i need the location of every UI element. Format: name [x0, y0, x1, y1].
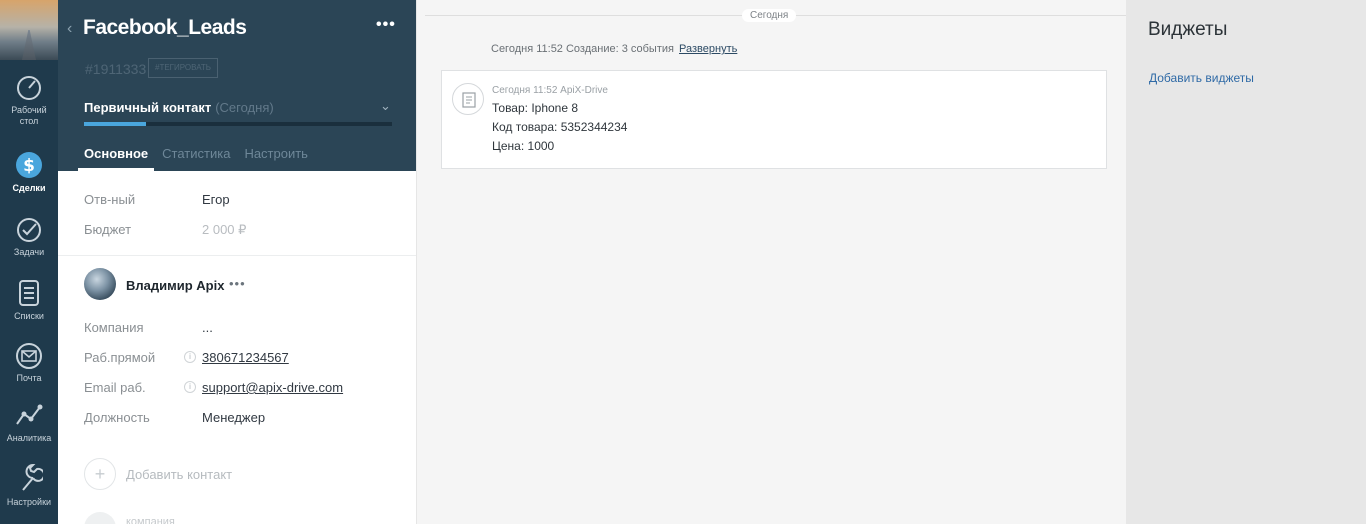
field-label: Должность — [84, 410, 150, 425]
app-root: Рабочий стол $ Сделки Задачи Списки Почт… — [0, 0, 1366, 524]
nav-deals-label: Сделки — [12, 183, 46, 193]
nav-mail-label: Почта — [16, 373, 42, 383]
responsible-select[interactable]: Егор — [202, 192, 230, 207]
contact-more-button[interactable]: ••• — [229, 276, 246, 291]
nav-mail[interactable]: Почта — [0, 342, 58, 384]
lead-id: #1911333 — [85, 61, 147, 77]
lead-more-button[interactable]: ••• — [376, 16, 396, 34]
add-widgets-link[interactable]: Добавить виджеты — [1149, 71, 1254, 85]
company-input[interactable]: ... — [202, 320, 213, 335]
chevron-down-icon[interactable]: ⌄ — [380, 98, 391, 114]
day-label: Сегодня — [742, 9, 797, 22]
nav-lists[interactable]: Списки — [0, 278, 58, 322]
contact-field-position: Должность Менеджер — [84, 406, 394, 436]
analytics-icon — [16, 404, 43, 425]
lists-icon — [19, 280, 39, 306]
svg-text:$: $ — [23, 156, 35, 176]
company-icon — [84, 512, 116, 524]
contact-name[interactable]: Владимир Apix — [126, 278, 224, 293]
nav-dashboard[interactable]: Рабочий стол — [0, 74, 58, 127]
tab-main[interactable]: Основное — [78, 137, 155, 171]
lead-card-header: ‹ Facebook_Leads ••• #1911333 #ТЕГИРОВАТ… — [58, 0, 416, 171]
nav-settings-label: Настройки — [6, 497, 52, 507]
field-label: Компания — [84, 320, 144, 335]
add-contact-label: Добавить контакт — [126, 467, 233, 482]
field-label: Email раб. — [84, 380, 146, 395]
field-budget: Бюджет 2 000 ₽ — [84, 218, 394, 248]
field-label: Раб.прямой — [84, 350, 156, 365]
email-link[interactable]: support@apix-drive.com — [202, 380, 343, 395]
nav-analytics-label: Аналитика — [6, 433, 52, 443]
mail-icon — [16, 343, 42, 369]
pipeline-stage-label: Первичный контакт — [84, 100, 212, 115]
lead-tabs: Основное Статистика Настроить — [78, 137, 314, 171]
nav-tasks[interactable]: Задачи — [0, 216, 58, 258]
feed-note: Сегодня 11:52 ApiX-Drive Товар: Iphone 8… — [441, 70, 1107, 169]
tab-configure[interactable]: Настроить — [238, 137, 314, 171]
note-line: Цена: 1000 — [492, 139, 555, 153]
field-label: Бюджет — [84, 222, 132, 237]
phone-info-icon[interactable]: i — [184, 351, 196, 363]
pipeline-stage-date: (Сегодня) — [215, 100, 274, 115]
section-divider — [58, 255, 416, 256]
activity-feed: Сегодня Сегодня 11:52 Создание: 3 событи… — [416, 0, 1127, 524]
widgets-title: Виджеты — [1148, 19, 1228, 40]
feed-summary: Сегодня 11:52 Создание: 3 события Развер… — [491, 43, 737, 55]
contact-field-email: Email раб. i support@apix-drive.com — [84, 376, 394, 406]
tag-button[interactable]: #ТЕГИРОВАТЬ — [148, 58, 219, 78]
lead-card: ‹ Facebook_Leads ••• #1911333 #ТЕГИРОВАТ… — [58, 0, 416, 524]
note-meta: Сегодня 11:52 ApiX-Drive — [492, 85, 608, 96]
position-input[interactable]: Менеджер — [202, 410, 265, 425]
contact-fields: Компания ... Раб.прямой i 380671234567 E… — [84, 316, 394, 436]
document-icon — [452, 83, 484, 115]
settings-icon — [22, 464, 43, 491]
company-stub-label: компания — [126, 516, 175, 524]
field-responsible: Отв-ный Егор — [84, 188, 394, 218]
nav-settings[interactable]: Настройки — [0, 464, 58, 508]
nav-lists-label: Списки — [14, 311, 44, 321]
main-nav-rail: Рабочий стол $ Сделки Задачи Списки Почт… — [0, 0, 58, 524]
tab-statistics[interactable]: Статистика — [156, 137, 236, 171]
lead-fields: Отв-ный Егор Бюджет 2 000 ₽ — [84, 188, 394, 248]
lead-title[interactable]: Facebook_Leads — [83, 16, 247, 40]
back-chevron-icon[interactable]: ‹ — [67, 20, 72, 38]
pipeline-progress — [84, 122, 392, 126]
email-info-icon[interactable]: i — [184, 381, 196, 393]
note-line: Товар: Iphone 8 — [492, 101, 579, 115]
deals-icon: $ — [16, 152, 42, 178]
pipeline-stage-select[interactable]: Первичный контакт (Сегодня) — [84, 100, 274, 115]
phone-link[interactable]: 380671234567 — [202, 350, 289, 365]
nav-tasks-label: Задачи — [13, 247, 45, 257]
nav-analytics[interactable]: Аналитика — [0, 402, 58, 444]
expand-link[interactable]: Развернуть — [679, 43, 737, 55]
widgets-panel: Виджеты Добавить виджеты — [1126, 0, 1366, 524]
field-label: Отв-ный — [84, 192, 136, 207]
plus-icon: + — [84, 458, 116, 490]
nav-dashboard-label: Рабочий стол — [11, 105, 47, 126]
contact-field-phone: Раб.прямой i 380671234567 — [84, 346, 394, 376]
tasks-icon — [17, 218, 41, 242]
pipeline-progress-fill — [84, 122, 146, 126]
feed-summary-text: Сегодня 11:52 Создание: 3 события — [491, 43, 674, 55]
contact-field-company: Компания ... — [84, 316, 394, 346]
note-line: Код товара: 5352344234 — [492, 120, 628, 134]
user-avatar[interactable] — [0, 0, 58, 60]
dashboard-icon — [17, 76, 41, 100]
nav-deals[interactable]: $ Сделки — [0, 148, 58, 194]
contact-avatar[interactable] — [84, 268, 116, 300]
budget-input[interactable]: 2 000 ₽ — [202, 222, 246, 238]
